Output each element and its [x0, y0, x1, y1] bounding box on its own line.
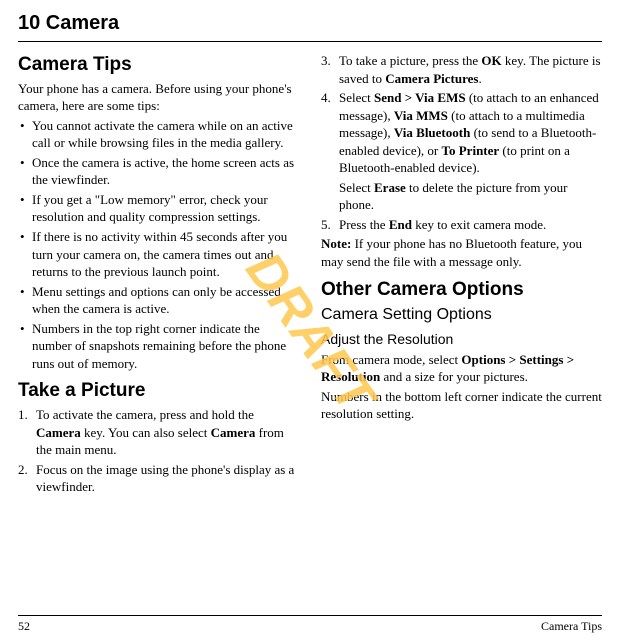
list-item: 3. To take a picture, press the OK key. … [321, 52, 602, 87]
heading-take-picture: Take a Picture [18, 378, 299, 404]
list-item: 1. To activate the camera, press and hol… [18, 406, 299, 459]
left-column: Camera Tips Your phone has a camera. Bef… [18, 52, 299, 498]
list-item: Numbers in the top right corner indicate… [18, 320, 299, 373]
intro-text: Your phone has a camera. Before using yo… [18, 80, 299, 115]
page-number: 52 [18, 618, 30, 634]
footer-section: Camera Tips [541, 618, 602, 634]
body-text: From camera mode, select Options > Setti… [321, 351, 602, 386]
list-item: 2. Focus on the image using the phone's … [18, 461, 299, 496]
step-text: Press the End key to exit camera mode. [339, 217, 546, 232]
subheading-adjust-resolution: Adjust the Resolution [321, 330, 602, 349]
list-item: 4. Select Send > Via EMS (to attach to a… [321, 89, 602, 177]
right-column: 3. To take a picture, press the OK key. … [321, 52, 602, 498]
step-text: Focus on the image using the phone's dis… [36, 462, 294, 495]
step-text: To take a picture, press the OK key. The… [339, 53, 601, 86]
list-item: 5. Press the End key to exit camera mode… [321, 216, 602, 234]
list-item: If there is no activity within 45 second… [18, 228, 299, 281]
step-number: 2. [18, 461, 28, 479]
step-number: 4. [321, 89, 331, 107]
note-text: Note: If your phone has no Bluetooth fea… [321, 235, 602, 270]
step-number: 5. [321, 216, 331, 234]
tips-list: You cannot activate the camera while on … [18, 117, 299, 373]
step-number: 3. [321, 52, 331, 70]
list-item: You cannot activate the camera while on … [18, 117, 299, 152]
step-text: Select Send > Via EMS (to attach to an e… [339, 90, 599, 175]
take-picture-steps-cont2: 5. Press the End key to exit camera mode… [321, 216, 602, 234]
body-text: Numbers in the bottom left corner indica… [321, 388, 602, 423]
list-item: Menu settings and options can only be ac… [18, 283, 299, 318]
take-picture-steps: 1. To activate the camera, press and hol… [18, 406, 299, 496]
list-item: Once the camera is active, the home scre… [18, 154, 299, 189]
step-text: To activate the camera, press and hold t… [36, 407, 284, 457]
step-number: 1. [18, 406, 28, 424]
two-column-layout: Camera Tips Your phone has a camera. Bef… [18, 52, 602, 498]
chapter-title: 10 Camera [18, 10, 602, 42]
take-picture-steps-cont: 3. To take a picture, press the OK key. … [321, 52, 602, 177]
sub-step-text: Select Erase to delete the picture from … [339, 179, 602, 214]
heading-other-options: Other Camera Options [321, 277, 602, 303]
heading-camera-tips: Camera Tips [18, 52, 299, 78]
subheading-setting-options: Camera Setting Options [321, 304, 602, 326]
list-item: If you get a "Low memory" error, check y… [18, 191, 299, 226]
page-footer: 52 Camera Tips [18, 615, 602, 634]
